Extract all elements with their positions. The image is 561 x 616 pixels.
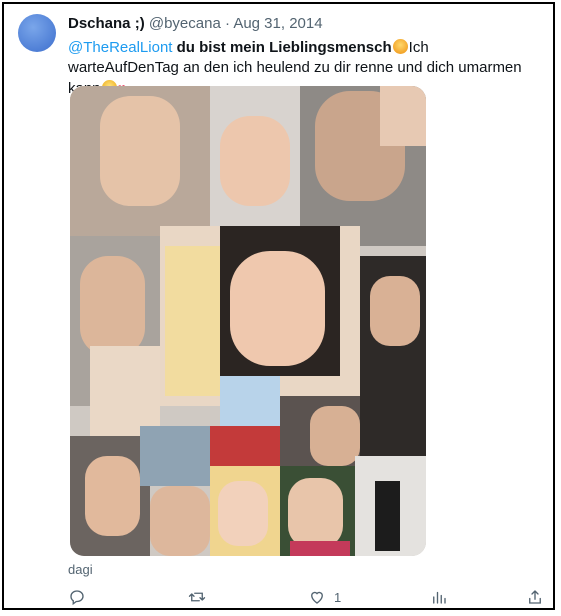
tweet-header: Dschana ;) @byecana · Aug 31, 2014: [68, 15, 323, 32]
reply-icon: [70, 590, 84, 606]
like-count: 1: [334, 589, 342, 605]
mention-link[interactable]: @TheRealLiont: [68, 39, 172, 56]
author-handle[interactable]: @byecana: [149, 15, 221, 32]
retweet-icon: [188, 592, 206, 602]
avatar[interactable]: [18, 14, 56, 52]
author-name[interactable]: Dschana ;): [68, 15, 145, 32]
angel-face-icon: [392, 39, 408, 54]
tweet-card: Dschana ;) @byecana · Aug 31, 2014 @TheR…: [2, 2, 555, 610]
header-separator: ·: [224, 15, 230, 32]
retweet-button[interactable]: [188, 586, 206, 608]
tweet-bold-text: du bist mein Lieblingsmensch: [176, 39, 392, 56]
reply-button[interactable]: [68, 586, 86, 608]
views-button[interactable]: [430, 586, 448, 608]
like-button[interactable]: 1: [308, 586, 341, 608]
like-icon: [311, 591, 323, 604]
views-icon: [433, 591, 446, 604]
share-icon: [529, 590, 541, 604]
tweet-actions: 1: [66, 586, 544, 608]
media-caption: dagi: [68, 562, 93, 577]
photo-collage: [70, 86, 426, 556]
tweet-media-image[interactable]: [70, 86, 426, 556]
tweet-date[interactable]: Aug 31, 2014: [233, 15, 322, 32]
share-button[interactable]: [526, 586, 544, 608]
